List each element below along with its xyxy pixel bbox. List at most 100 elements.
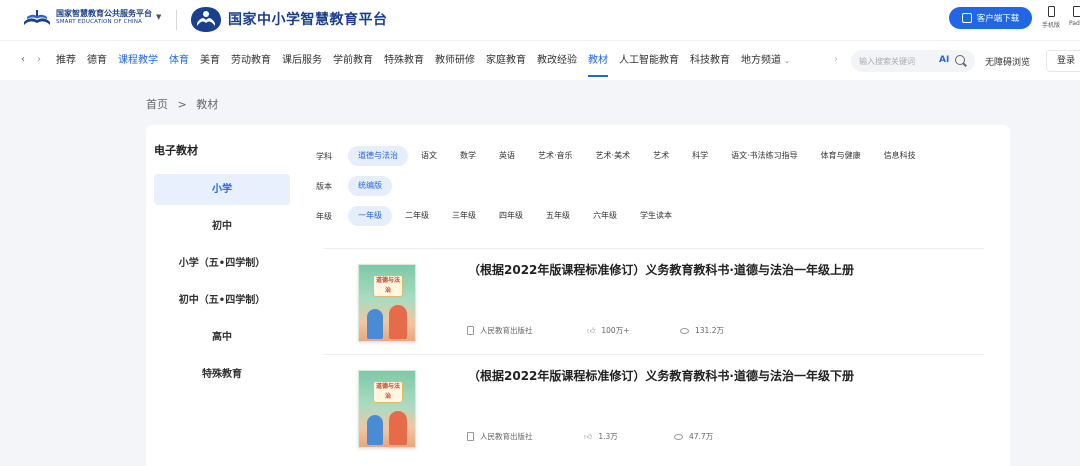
subject-option[interactable]: 语文 — [411, 146, 447, 166]
nav-item-arts[interactable]: 美育 — [200, 41, 220, 81]
ai-search-icon[interactable]: AI — [939, 55, 949, 65]
cover-figure — [389, 305, 407, 339]
publisher-name: 人民教育出版社 — [480, 432, 533, 441]
client-download-button[interactable]: 客户端下载 — [949, 7, 1032, 29]
cover-title: 道德与法治 — [373, 381, 403, 403]
nav-item-moral[interactable]: 德育 — [87, 41, 107, 81]
breadcrumb: 首页 > 教材 — [146, 96, 224, 112]
grade-option[interactable]: 学生读本 — [630, 206, 682, 226]
subject-option[interactable]: 数学 — [450, 146, 486, 166]
chevron-right-icon[interactable]: › — [37, 54, 41, 65]
nav-item-textbooks[interactable]: 教材 — [588, 41, 608, 81]
edition-option[interactable]: 统编版 — [348, 176, 392, 196]
pad-label[interactable]: Pad — [1069, 20, 1080, 27]
thumb-up-icon: 👍︎ — [584, 431, 593, 441]
sidebar-item-junior-54[interactable]: 初中（五•四学制） — [154, 285, 290, 316]
grade-filter-label: 年级 — [316, 211, 332, 221]
eye-icon — [680, 327, 689, 334]
cover-title: 道德与法治 — [373, 275, 403, 297]
top-header: 国家智慧教育公共服务平台 SMART EDUCATION OF CHINA ▼ … — [0, 0, 1080, 40]
book-title[interactable]: （根据2022年版课程标准修订）义务教育教科书·道德与法治一年级上册 — [468, 261, 854, 278]
pad-icon[interactable] — [1073, 6, 1080, 17]
subject-option[interactable]: 信息科技 — [874, 146, 926, 166]
nav-item-teacher-training[interactable]: 教师研修 — [435, 41, 475, 81]
stage-list: 小学 初中 小学（五•四学制） 初中（五•四学制） 高中 特殊教育 — [154, 174, 290, 396]
nav-item-local[interactable]: 地方频道 ⌄ — [741, 41, 790, 81]
nav-scroll-right-icon[interactable]: › — [834, 54, 838, 65]
list-item[interactable]: 道德与法治 （根据2022年版课程标准修订）义务教育教科书·道德与法治一年级上册… — [324, 249, 984, 355]
accessibility-link[interactable]: 无障碍浏览 — [985, 55, 1030, 68]
breadcrumb-current: 教材 — [196, 98, 219, 111]
subject-option[interactable]: 科学 — [682, 146, 718, 166]
nav-item-course[interactable]: 课程教学 — [118, 41, 158, 81]
publisher-icon — [467, 432, 474, 441]
grade-option[interactable]: 五年级 — [536, 206, 580, 226]
nav-item-after-school[interactable]: 课后服务 — [282, 41, 322, 81]
book-cover[interactable]: 道德与法治 — [358, 264, 416, 342]
search-input[interactable]: 输入搜索关键词 — [859, 56, 915, 67]
nav-item-family[interactable]: 家庭教育 — [486, 41, 526, 81]
chevron-down-icon: ⌄ — [784, 57, 790, 65]
org-logo[interactable]: 国家智慧教育公共服务平台 SMART EDUCATION OF CHINA — [22, 8, 152, 28]
breadcrumb-separator: > — [177, 98, 187, 111]
sidebar-item-junior[interactable]: 初中 — [154, 211, 290, 242]
org-name-cn: 国家智慧教育公共服务平台 — [56, 9, 152, 19]
grade-option[interactable]: 六年级 — [583, 206, 627, 226]
book-publisher: 人民教育出版社 — [467, 325, 533, 336]
chevron-left-icon[interactable]: ‹ — [21, 54, 25, 65]
cover-figure — [367, 415, 383, 445]
sidebar-item-senior[interactable]: 高中 — [154, 322, 290, 353]
sidebar-item-primary-54[interactable]: 小学（五•四学制） — [154, 248, 290, 279]
subject-option[interactable]: 艺术·美术 — [586, 146, 641, 166]
platform-logo-icon — [191, 7, 221, 32]
likes-count: 1.3万 — [598, 432, 618, 441]
channel-nav: ‹ › 推荐 德育 课程教学 体育 美育 劳动教育 课后服务 学前教育 特殊教育… — [0, 40, 1080, 80]
edition-filter-label: 版本 — [316, 181, 332, 191]
download-icon — [961, 13, 972, 23]
subject-option[interactable]: 艺术·音乐 — [528, 146, 583, 166]
grade-option[interactable]: 四年级 — [489, 206, 533, 226]
list-item[interactable]: 道德与法治 （根据2022年版课程标准修订）义务教育教科书·道德与法治一年级下册… — [324, 355, 984, 461]
nav-item-recommend[interactable]: 推荐 — [56, 41, 76, 81]
book-likes: 👍︎ 100万+ — [587, 325, 629, 336]
cover-figure — [389, 411, 407, 445]
grade-option[interactable]: 三年级 — [442, 206, 486, 226]
edition-filter: 版本 统编版 — [316, 175, 929, 197]
subject-option[interactable]: 艺术 — [643, 146, 679, 166]
subject-option[interactable]: 道德与法治 — [348, 146, 408, 166]
login-button[interactable]: 登录 — [1046, 50, 1080, 72]
search-icon[interactable] — [955, 55, 965, 65]
caret-down-icon[interactable]: ▼ — [156, 13, 161, 21]
book-logo-icon — [24, 10, 50, 25]
subject-option[interactable]: 语文·书法练习指导 — [721, 146, 808, 166]
subject-filter-label: 学科 — [316, 151, 332, 161]
subject-option[interactable]: 体育与健康 — [811, 146, 871, 166]
search-box[interactable]: 输入搜索关键词 AI — [851, 50, 975, 72]
thumb-up-icon: 👍︎ — [587, 325, 596, 335]
nav-item-preschool[interactable]: 学前教育 — [333, 41, 373, 81]
book-publisher: 人民教育出版社 — [467, 431, 533, 442]
mobile-version-link[interactable]: 手机版 — [1038, 6, 1064, 29]
grade-option[interactable]: 一年级 — [348, 206, 392, 226]
book-title[interactable]: （根据2022年版课程标准修订）义务教育教科书·道德与法治一年级下册 — [468, 367, 854, 384]
publisher-icon — [467, 326, 474, 335]
platform-title: 国家中小学智慧教育平台 — [228, 12, 388, 28]
likes-count: 100万+ — [601, 326, 630, 335]
nav-item-reform[interactable]: 教改经验 — [537, 41, 577, 81]
nav-item-sports[interactable]: 体育 — [169, 41, 189, 81]
org-name-en: SMART EDUCATION OF CHINA — [56, 19, 143, 26]
subject-option[interactable]: 英语 — [489, 146, 525, 166]
client-download-label: 客户端下载 — [976, 14, 1020, 24]
book-cover[interactable]: 道德与法治 — [358, 370, 416, 448]
platform-logo[interactable]: 国家中小学智慧教育平台 — [190, 5, 388, 33]
nav-item-tech-education[interactable]: 科技教育 — [690, 41, 730, 81]
sidebar-item-special[interactable]: 特殊教育 — [154, 359, 290, 390]
nav-item-labor[interactable]: 劳动教育 — [231, 41, 271, 81]
nav-item-ai-education[interactable]: 人工智能教育 — [619, 41, 679, 81]
grade-option[interactable]: 二年级 — [395, 206, 439, 226]
breadcrumb-home[interactable]: 首页 — [146, 98, 168, 111]
nav-item-special-ed[interactable]: 特殊教育 — [384, 41, 424, 81]
eye-icon — [674, 433, 683, 440]
sidebar-item-primary[interactable]: 小学 — [154, 174, 290, 205]
views-count: 47.7万 — [689, 432, 714, 441]
